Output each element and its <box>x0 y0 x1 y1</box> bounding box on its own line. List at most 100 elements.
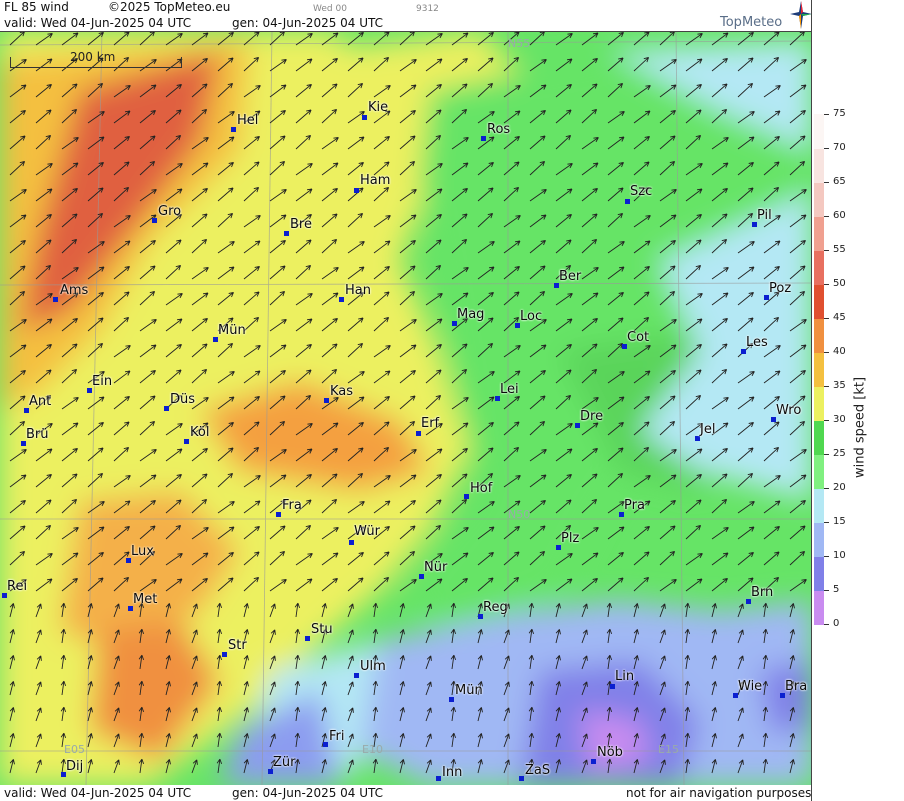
legend-tick-label: 60 <box>833 210 846 221</box>
legend-tick-mark <box>824 182 829 183</box>
grid-label-e15: E15 <box>658 743 679 756</box>
legend-colorbar <box>814 114 824 625</box>
legend-tick-label: 20 <box>833 482 846 493</box>
logo-text: TopMeteo <box>720 15 783 30</box>
legend-swatch <box>814 522 824 557</box>
footer-valid-time: valid: Wed 04-Jun-2025 04 UTC <box>4 786 192 800</box>
legend-swatch <box>814 454 824 489</box>
city-label: Ein <box>92 374 113 389</box>
footer: valid: Wed 04-Jun-2025 04 UTC gen: 04-Ju… <box>0 786 812 801</box>
legend-swatch <box>814 386 824 421</box>
legend-tick-label: 30 <box>833 414 846 425</box>
legend-tick-mark <box>824 250 829 251</box>
city-label: Ams <box>60 283 89 298</box>
city-label: Inn <box>442 765 463 780</box>
legend-swatch <box>814 556 824 591</box>
city-label: Brü <box>26 427 49 442</box>
city-label: Kie <box>368 100 389 115</box>
legend-title: wind speed [kt] <box>852 376 868 479</box>
city-label: Brn <box>751 585 774 600</box>
city-label: Rei <box>7 579 28 594</box>
legend-tick-mark <box>824 386 829 387</box>
city-label: Bre <box>290 217 312 232</box>
legend-tick-label: 0 <box>833 618 840 629</box>
legend-swatch <box>814 216 824 251</box>
city-label: Ant <box>29 394 52 409</box>
city-label: Dij <box>66 759 84 774</box>
city-label: Jel <box>700 422 716 437</box>
legend-swatch <box>814 590 824 625</box>
city-label: Nöb <box>597 745 623 760</box>
legend-tick-mark <box>824 420 829 421</box>
city-label: Reg <box>483 600 508 615</box>
city-label: Szc <box>630 184 653 199</box>
legend-tick-mark <box>824 488 829 489</box>
city-label: Gro <box>158 204 182 219</box>
disclaimer: not for air navigation purposes <box>626 786 812 800</box>
legend-swatch <box>814 182 824 217</box>
city-label: Lin <box>615 669 635 684</box>
city-label: Han <box>345 283 371 298</box>
grid-label-e10: E10 <box>362 743 383 756</box>
legend-tick-label: 15 <box>833 516 846 527</box>
footer-generated-time: gen: 04-Jun-2025 04 UTC <box>232 786 384 800</box>
legend-swatch <box>814 148 824 183</box>
city-label: Ulm <box>360 659 386 674</box>
city-label: Poz <box>769 281 792 296</box>
map-frame <box>811 0 812 801</box>
topmeteo-logo: TopMeteo <box>720 1 812 31</box>
city-label: Hof <box>470 481 493 496</box>
valid-time: valid: Wed 04-Jun-2025 04 UTC <box>4 16 192 30</box>
city-label: Mag <box>457 307 485 322</box>
legend-tick-mark <box>824 522 829 523</box>
city-label: Kas <box>330 384 354 399</box>
grid-label-e05: E05 <box>64 743 85 756</box>
legend-swatch <box>814 114 824 149</box>
legend-tick-label: 5 <box>833 584 840 595</box>
legend-tick-label: 65 <box>833 176 846 187</box>
city-label: Str <box>228 638 247 653</box>
legend-tick-label: 75 <box>833 108 846 119</box>
legend-swatch <box>814 318 824 353</box>
city-label: Ros <box>487 122 511 137</box>
city-label: Erf <box>421 416 440 431</box>
legend-tick-label: 70 <box>833 142 846 153</box>
city-label: Mün <box>218 323 246 338</box>
compass-star-icon <box>790 1 812 29</box>
grid-label-n50: N50 <box>508 508 531 521</box>
city-label: Düs <box>170 392 196 407</box>
city-label: ZaS <box>525 763 551 778</box>
legend-tick-mark <box>824 454 829 455</box>
city-label: Nür <box>424 560 448 575</box>
city-label: Hel <box>237 113 259 128</box>
legend-tick-label: 35 <box>833 380 846 391</box>
code-label: 9312 <box>416 4 439 14</box>
city-label: Fra <box>282 498 302 513</box>
city-label: Lei <box>500 382 519 397</box>
legend-swatch <box>814 250 824 285</box>
legend-tick-label: 50 <box>833 278 846 289</box>
grid-label-n55: N55 <box>508 37 531 50</box>
city-label: Met <box>133 592 158 607</box>
legend-tick-mark <box>824 284 829 285</box>
city-label: Loc <box>520 309 543 324</box>
legend-tick-mark <box>824 590 829 591</box>
product-title: FL 85 wind <box>4 0 69 14</box>
city-label: Cot <box>627 330 650 345</box>
city-label: Pil <box>757 208 772 223</box>
city-label: Mün <box>455 683 483 698</box>
scale-label: 200 km <box>70 50 116 64</box>
legend-tick-mark <box>824 556 829 557</box>
header-divider <box>0 31 812 32</box>
legend-tick-label: 45 <box>833 312 846 323</box>
legend-tick-label: 25 <box>833 448 846 459</box>
legend-swatch <box>814 284 824 319</box>
city-label: Plz <box>561 531 580 546</box>
city-label: Bra <box>785 679 808 694</box>
legend-tick-mark <box>824 148 829 149</box>
city-label: Les <box>746 335 768 350</box>
copyright: ©2025 TopMeteo.eu <box>108 0 231 14</box>
legend-tick-mark <box>824 352 829 353</box>
city-label: Wro <box>776 403 802 418</box>
legend-tick-mark <box>824 114 829 115</box>
